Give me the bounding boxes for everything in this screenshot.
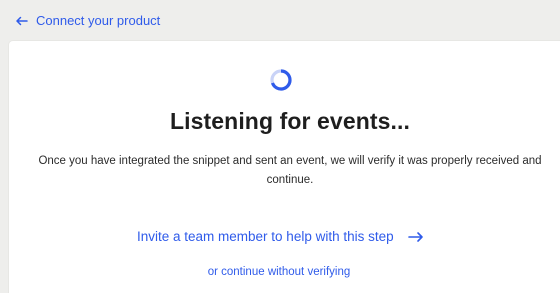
verification-card: Listening for events... Once you have in… bbox=[9, 41, 560, 293]
invite-team-member-link[interactable]: Invite a team member to help with this s… bbox=[137, 229, 424, 244]
back-link[interactable]: Connect your product bbox=[15, 13, 160, 28]
invite-link-label: Invite a team member to help with this s… bbox=[137, 229, 394, 244]
loading-spinner-icon bbox=[269, 68, 293, 92]
arrow-left-icon bbox=[15, 16, 28, 26]
continue-without-verifying-link[interactable]: or continue without verifying bbox=[9, 266, 549, 278]
arrow-right-icon bbox=[407, 231, 424, 243]
back-link-label: Connect your product bbox=[36, 13, 161, 28]
status-description: Once you have integrated the snippet and… bbox=[38, 155, 542, 186]
page: Connect your product Listening for event… bbox=[0, 0, 560, 293]
page-title: Listening for events... bbox=[169, 108, 410, 134]
